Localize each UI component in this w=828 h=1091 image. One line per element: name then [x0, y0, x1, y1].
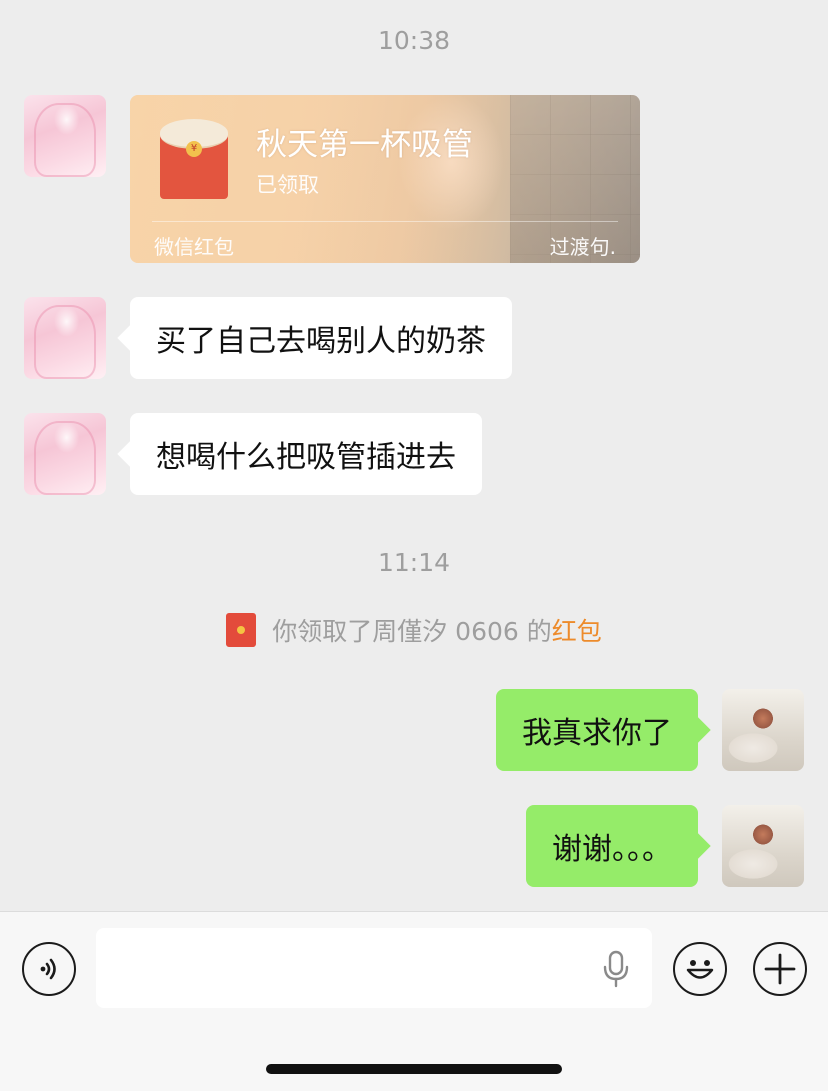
red-packet-link[interactable]: 红包: [552, 612, 602, 648]
coin-icon: ¥: [186, 141, 202, 157]
voice-toggle-button[interactable]: [22, 942, 76, 996]
contact-avatar[interactable]: [24, 297, 106, 379]
emoji-icon: [686, 960, 714, 979]
my-avatar[interactable]: [722, 689, 804, 771]
message-input[interactable]: [96, 928, 652, 1008]
red-packet-status: 已领取: [256, 173, 319, 197]
emoji-button[interactable]: [673, 942, 727, 996]
incoming-message[interactable]: 买了自己去喝别人的奶茶: [130, 297, 512, 379]
home-indicator[interactable]: [266, 1064, 562, 1074]
outgoing-message[interactable]: 谢谢。。。: [526, 805, 698, 887]
red-packet-cover-tag: 过渡句.: [549, 235, 616, 259]
red-packet-envelope-icon: ¥: [160, 119, 228, 199]
red-packet-title: 秋天第一杯吸管: [256, 127, 473, 163]
incoming-message[interactable]: 想喝什么把吸管插进去: [130, 413, 482, 495]
message-text: 我真求你了: [522, 716, 672, 751]
contact-avatar[interactable]: [24, 95, 106, 177]
microphone-icon[interactable]: [602, 950, 630, 988]
my-avatar[interactable]: [722, 805, 804, 887]
message-text: 想喝什么把吸管插进去: [156, 440, 456, 475]
red-packet-card[interactable]: ¥ 秋天第一杯吸管 已领取 微信红包 过渡句.: [130, 95, 640, 263]
add-button[interactable]: [753, 942, 807, 996]
system-notice-text: 你领取了周僅汐 0606 的: [272, 617, 552, 646]
red-packet-icon: [226, 613, 257, 647]
timestamp: 11:14: [377, 548, 451, 577]
add-icon: [764, 953, 796, 985]
message-text: 谢谢。。。: [552, 832, 672, 867]
voice-toggle-icon: [40, 958, 56, 980]
message-text: 买了自己去喝别人的奶茶: [156, 324, 486, 359]
timestamp: 10:38: [377, 26, 451, 55]
chat-area: 10:38 ¥ 秋天第一杯吸管 已领取 微信红包 过渡句. 买了自己去喝别人的奶…: [0, 0, 828, 911]
contact-avatar[interactable]: [24, 413, 106, 495]
outgoing-message[interactable]: 我真求你了: [496, 689, 698, 771]
system-notice: 你领取了周僅汐 0606 的 红包: [0, 612, 828, 648]
divider: [152, 221, 618, 222]
red-packet-source: 微信红包: [154, 235, 234, 259]
